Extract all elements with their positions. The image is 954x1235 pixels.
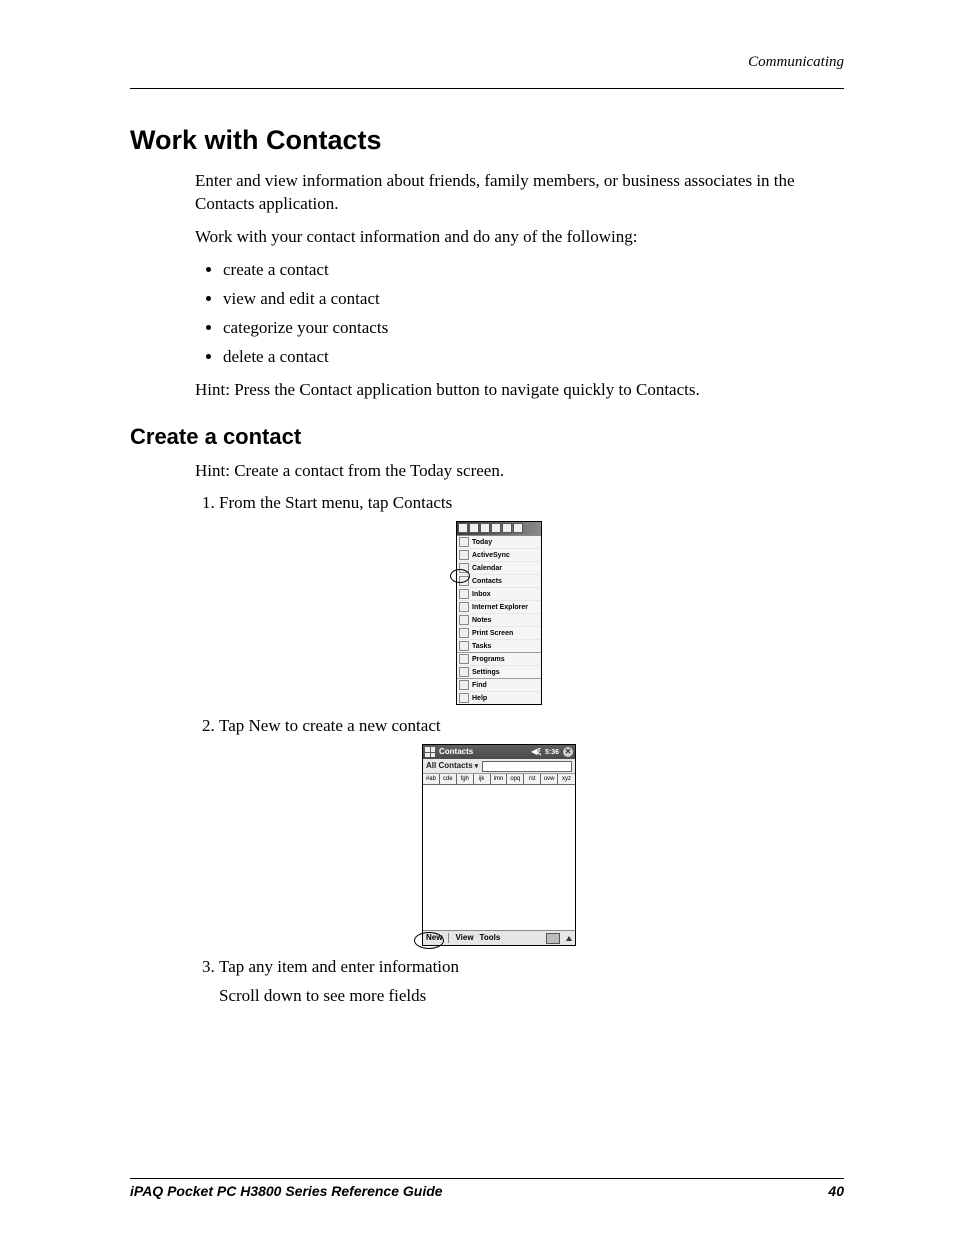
list-item: delete a contact [223, 346, 844, 369]
screenshot-contacts-app: Contacts ◀ξ 5:36 ✕ All Contacts [422, 744, 576, 946]
intro-paragraph-2: Work with your contact information and d… [195, 226, 844, 249]
menu-item-inbox[interactable]: Inbox [457, 587, 541, 600]
hint-paragraph: Hint: Press the Contact application butt… [195, 379, 844, 402]
app-icon [459, 680, 469, 690]
capabilities-list: create a contact view and edit a contact… [195, 259, 844, 369]
list-item: create a contact [223, 259, 844, 282]
heading-work-with-contacts: Work with Contacts [130, 125, 844, 156]
app-icon [459, 537, 469, 547]
alpha-tab[interactable]: xyz [558, 774, 575, 785]
page-footer: iPAQ Pocket PC H3800 Series Reference Gu… [130, 1178, 844, 1199]
menu-item-print-screen[interactable]: Print Screen [457, 626, 541, 639]
clock-text: 5:36 [545, 748, 559, 757]
contacts-list-area[interactable] [423, 785, 575, 930]
titlebar-title: Contacts [439, 747, 473, 758]
app-icon [459, 654, 469, 664]
app-icon [459, 628, 469, 638]
step-3-subtext: Scroll down to see more fields [219, 985, 844, 1008]
app-icon [459, 589, 469, 599]
view-button[interactable]: View [455, 933, 473, 944]
list-item: categorize your contacts [223, 317, 844, 340]
footer-page-number: 40 [828, 1183, 844, 1199]
titlebar-icon [458, 523, 468, 533]
heading-create-a-contact: Create a contact [130, 424, 844, 450]
intro-paragraph-1: Enter and view information about friends… [195, 170, 844, 216]
category-dropdown[interactable]: All Contacts [426, 761, 478, 772]
list-item: view and edit a contact [223, 288, 844, 311]
alpha-tab[interactable]: opq [507, 774, 524, 785]
menu-item-internet-explorer[interactable]: Internet Explorer [457, 600, 541, 613]
app-icon [459, 615, 469, 625]
menu-item-programs[interactable]: Programs [457, 652, 541, 665]
menu-item-settings[interactable]: Settings [457, 665, 541, 678]
footer-book-title: iPAQ Pocket PC H3800 Series Reference Gu… [130, 1183, 443, 1199]
menu-item-find[interactable]: Find [457, 678, 541, 691]
speaker-icon[interactable]: ◀ξ [531, 747, 541, 758]
hint-paragraph-2: Hint: Create a contact from the Today sc… [195, 460, 844, 483]
keyboard-icon[interactable] [546, 933, 560, 944]
titlebar-icon [513, 523, 523, 533]
titlebar-icon [480, 523, 490, 533]
step-2: Tap New to create a new contact Contacts… [219, 715, 844, 946]
footer-rule [130, 1178, 844, 1179]
start-icon[interactable] [425, 747, 435, 757]
app-icon [459, 550, 469, 560]
step-3-text: Tap any item and enter information [219, 957, 459, 976]
menu-item-help[interactable]: Help [457, 691, 541, 704]
tools-button[interactable]: Tools [480, 933, 501, 944]
app-icon [459, 641, 469, 651]
app-icon [459, 602, 469, 612]
step-3: Tap any item and enter information Scrol… [219, 956, 844, 1008]
alpha-tab[interactable]: #ab [423, 774, 440, 785]
alpha-tab[interactable]: fgh [457, 774, 474, 785]
command-bar: New View Tools [423, 930, 575, 945]
step-1: From the Start menu, tap Contacts [219, 492, 844, 705]
screenshot-start-menu: Today ActiveSync Calendar Contacts Inbox… [456, 521, 542, 705]
menu-item-today[interactable]: Today [457, 536, 541, 548]
step-2-text: Tap New to create a new contact [219, 716, 441, 735]
menu-item-activesync[interactable]: ActiveSync [457, 548, 541, 561]
separator-icon [448, 933, 449, 943]
menu-item-tasks[interactable]: Tasks [457, 639, 541, 652]
menu-item-notes[interactable]: Notes [457, 613, 541, 626]
alpha-tab[interactable]: lmn [491, 774, 508, 785]
search-input[interactable] [482, 761, 572, 772]
contacts-titlebar: Contacts ◀ξ 5:36 ✕ [423, 745, 575, 759]
app-icon [459, 667, 469, 677]
document-page: Communicating Work with Contacts Enter a… [0, 0, 954, 1235]
header-rule [130, 88, 844, 89]
start-menu-titlebar [457, 522, 541, 535]
app-icon [459, 693, 469, 703]
callout-circle-icon [414, 932, 444, 949]
alpha-tab[interactable]: rst [524, 774, 541, 785]
body-content: Enter and view information about friends… [195, 170, 844, 402]
menu-item-calendar[interactable]: Calendar [457, 561, 541, 574]
input-panel-toggle-icon[interactable] [566, 936, 572, 941]
close-icon[interactable]: ✕ [563, 747, 573, 757]
alpha-tab[interactable]: uvw [541, 774, 558, 785]
alpha-tab[interactable]: cde [440, 774, 457, 785]
alpha-tab[interactable]: ijk [474, 774, 491, 785]
titlebar-icon [469, 523, 479, 533]
alpha-index-bar: #ab cde fgh ijk lmn opq rst uvw xyz [423, 774, 575, 785]
step-1-text: From the Start menu, tap Contacts [219, 493, 452, 512]
titlebar-icon [502, 523, 512, 533]
running-header: Communicating [748, 54, 844, 71]
titlebar-icon [491, 523, 501, 533]
steps-list: From the Start menu, tap Contacts [195, 492, 844, 1008]
